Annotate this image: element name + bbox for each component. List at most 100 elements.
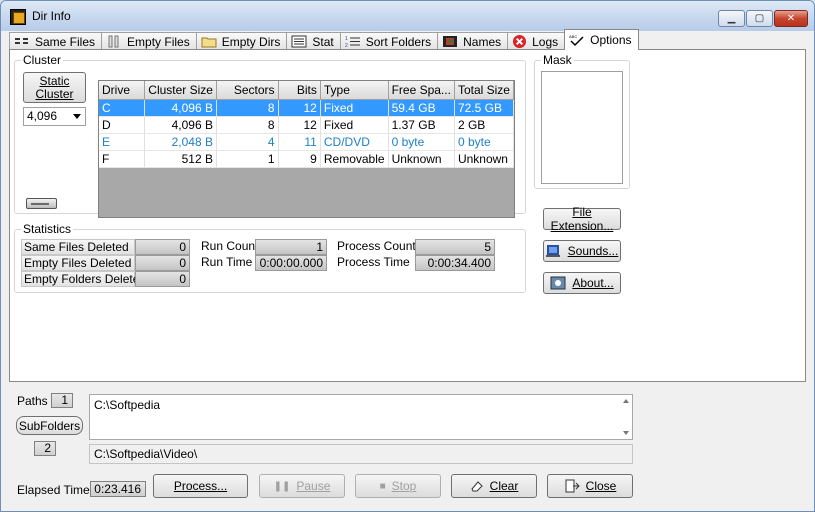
same-files-deleted-value: 0 <box>135 239 190 255</box>
tab-empty-files[interactable]: Empty Files <box>101 32 197 50</box>
statistics-group: Statistics Same Files Deleted 0 Empty Fi… <box>14 222 526 293</box>
cell-bits: 12 <box>278 116 321 134</box>
column-header[interactable]: Cluster Size <box>144 81 217 100</box>
stat-list-icon <box>291 35 307 48</box>
about-button[interactable]: About... <box>543 272 621 294</box>
tab-names[interactable]: Names <box>437 32 509 50</box>
cell-cluster-size: 2,048 B <box>144 133 217 151</box>
minimize-button[interactable]: ▁ <box>718 10 745 27</box>
cell-type: Fixed <box>320 99 389 117</box>
table-row[interactable]: C 4,096 B 8 12 Fixed 59.4 GB 72.5 GB <box>99 99 515 117</box>
elapsed-time-label: Elapsed Time <box>17 483 90 497</box>
options-check-icon: ABC <box>569 34 584 46</box>
stop-icon: ■ <box>379 480 386 492</box>
mask-list[interactable] <box>541 71 623 184</box>
column-header[interactable]: Bits <box>278 81 321 100</box>
clear-button[interactable]: Clear <box>451 474 537 498</box>
eraser-icon <box>471 481 483 492</box>
close-window-button[interactable]: ✕ <box>774 10 808 27</box>
cell-type: CD/DVD <box>320 133 389 151</box>
cell-free-space: 59.4 GB <box>388 99 455 117</box>
process-button[interactable]: Process... <box>153 474 248 498</box>
tab-label: Sort Folders <box>365 34 432 49</box>
main-window: Dir Info ▁ ▢ ✕ Same Files Empty Files Em… <box>0 0 815 512</box>
cell-drive: D <box>99 116 146 134</box>
column-header[interactable]: Total Size <box>454 81 515 100</box>
cluster-table[interactable]: Drive Cluster Size Sectors Bits Type Fre… <box>98 80 515 218</box>
svg-text:ABC: ABC <box>569 34 577 39</box>
svg-text:2: 2 <box>345 43 348 48</box>
cell-bits: 9 <box>278 150 321 168</box>
tab-logs[interactable]: Logs <box>507 32 566 50</box>
paths-count: 1 <box>51 393 73 408</box>
maximize-button[interactable]: ▢ <box>746 10 773 27</box>
paths-list[interactable]: C:\Softpedia <box>89 394 633 440</box>
tab-same-files[interactable]: Same Files <box>9 32 103 50</box>
sort-list-icon: 12 <box>345 36 360 48</box>
cell-cluster-size: 4,096 B <box>144 99 217 117</box>
subfolders-count: 2 <box>34 441 56 456</box>
app-icon <box>10 9 26 25</box>
scroll-down-icon[interactable] <box>623 431 629 435</box>
tab-label: Stat <box>312 34 334 49</box>
sounds-button[interactable]: Sounds... <box>543 240 621 262</box>
empty-folders-deleted-value: 0 <box>135 271 190 287</box>
process-time-label: Process Time <box>337 255 410 269</box>
empty-files-deleted-label: Empty Files Deleted <box>21 255 135 271</box>
path-entry[interactable]: C:\Softpedia <box>94 398 160 412</box>
table-row[interactable]: E 2,048 B 4 11 CD/DVD 0 byte 0 byte <box>99 133 515 151</box>
cell-cluster-size: 4,096 B <box>144 116 217 134</box>
cluster-group-label: Cluster <box>21 53 64 67</box>
column-header[interactable]: Drive <box>99 81 146 100</box>
title-bar[interactable]: Dir Info ▁ ▢ ✕ <box>1 1 814 31</box>
svg-text:1: 1 <box>345 36 348 42</box>
cell-sectors: 8 <box>216 99 279 117</box>
sound-speaker-icon <box>545 245 560 257</box>
cell-bits: 12 <box>278 99 321 117</box>
cell-free-space: 0 byte <box>388 133 455 151</box>
run-count-value: 1 <box>255 239 327 255</box>
cell-type: Removable <box>320 150 389 168</box>
cluster-group: Cluster Static Cluster 4,096 Drive Clust… <box>14 53 526 218</box>
table-row[interactable]: D 4,096 B 8 12 Fixed 1.37 GB 2 GB <box>99 116 515 134</box>
same-files-deleted-label: Same Files Deleted <box>21 239 135 255</box>
cell-bits: 11 <box>278 133 321 151</box>
pause-button[interactable]: ❚❚ Pause <box>259 474 345 498</box>
mask-group-label: Mask <box>541 53 574 67</box>
static-cluster-button[interactable]: Static Cluster <box>23 72 86 103</box>
empty-files-deleted-value: 0 <box>135 255 190 271</box>
error-logs-icon <box>513 34 527 49</box>
tab-stat[interactable]: Stat <box>286 32 341 50</box>
chevron-down-icon <box>73 114 81 119</box>
column-header[interactable]: Sectors <box>216 81 279 100</box>
about-info-icon <box>550 276 566 290</box>
film-names-icon <box>443 36 458 47</box>
mask-group: Mask <box>534 53 630 189</box>
column-header[interactable]: Type <box>320 81 389 100</box>
tab-sort-folders[interactable]: 12 Sort Folders <box>339 32 439 50</box>
cell-sectors: 8 <box>216 116 279 134</box>
exit-door-icon <box>565 479 580 493</box>
window-title: Dir Info <box>32 9 71 23</box>
tab-options[interactable]: ABC Options <box>564 29 639 50</box>
cell-sectors: 4 <box>216 133 279 151</box>
tab-label: Empty Files <box>127 34 190 49</box>
tab-label: Empty Dirs <box>221 34 281 49</box>
file-extension-button[interactable]: File Extension... <box>543 205 621 233</box>
folder-icon <box>201 37 217 48</box>
cell-total-size: 2 GB <box>454 116 515 134</box>
close-button[interactable]: Close <box>547 474 633 498</box>
run-time-value: 0:00:00.000 <box>255 255 327 271</box>
column-header[interactable]: Free Spa... <box>388 81 455 100</box>
cell-type: Fixed <box>320 116 389 134</box>
scroll-up-icon[interactable] <box>623 399 629 403</box>
process-count-label: Process Count <box>337 239 416 253</box>
subfolders-button[interactable]: SubFolders <box>16 416 83 435</box>
process-count-value: 5 <box>415 239 495 255</box>
stop-button[interactable]: ■ Stop <box>355 474 441 498</box>
same-files-icon <box>15 38 28 44</box>
cell-drive: E <box>99 133 146 151</box>
tab-empty-dirs[interactable]: Empty Dirs <box>195 32 288 50</box>
table-row[interactable]: F 512 B 1 9 Removable Unknown Unknown <box>99 150 515 168</box>
cluster-size-select[interactable]: 4,096 <box>23 107 86 126</box>
